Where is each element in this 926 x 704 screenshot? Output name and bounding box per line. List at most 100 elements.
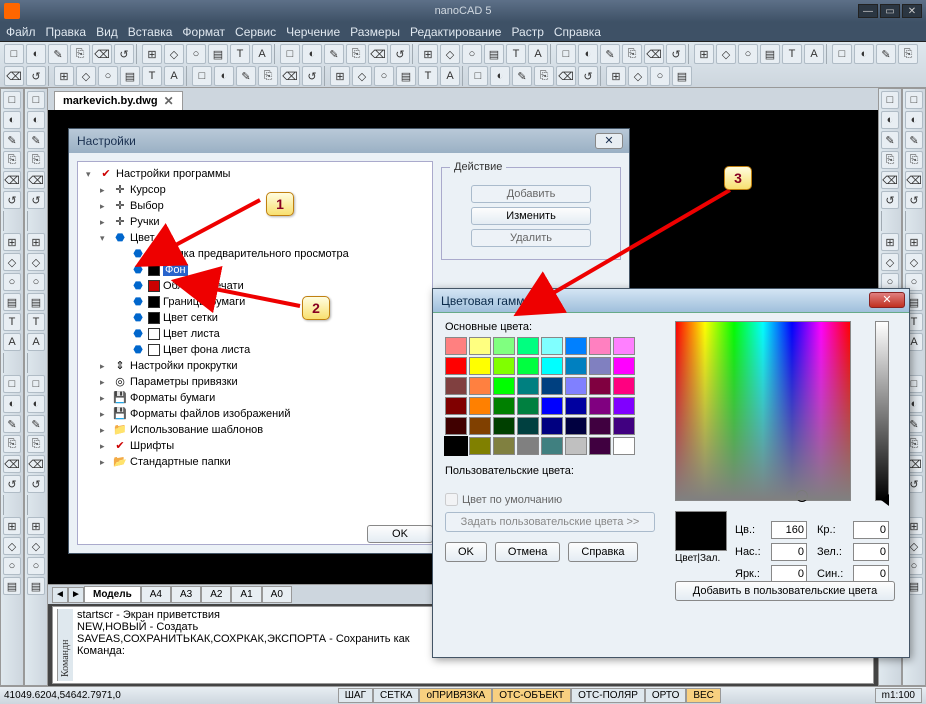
- toolbar-button[interactable]: ✎: [905, 131, 923, 149]
- basic-color-cell[interactable]: [589, 377, 611, 395]
- toolbar-button[interactable]: ⌫: [881, 171, 899, 189]
- toolbar-button[interactable]: ⌫: [3, 455, 21, 473]
- toolbar-button[interactable]: ◐: [578, 44, 598, 64]
- toolbar-button[interactable]: ⎘: [622, 44, 642, 64]
- basic-color-cell[interactable]: [493, 337, 515, 355]
- basic-color-cell[interactable]: [493, 377, 515, 395]
- toolbar-button[interactable]: ◇: [716, 44, 736, 64]
- layout-tab[interactable]: A4: [141, 586, 171, 603]
- basic-color-cell[interactable]: [565, 437, 587, 455]
- toolbar-button[interactable]: ⊞: [330, 66, 350, 86]
- basic-color-cell[interactable]: [565, 377, 587, 395]
- hue-input[interactable]: [771, 521, 807, 539]
- toolbar-button[interactable]: ○: [3, 557, 21, 575]
- toolbar-button[interactable]: ▤: [27, 577, 45, 595]
- toolbar-button[interactable]: ↺: [390, 44, 410, 64]
- basic-color-cell[interactable]: [541, 337, 563, 355]
- basic-color-cell[interactable]: [517, 357, 539, 375]
- toolbar-button[interactable]: ◇: [440, 44, 460, 64]
- toolbar-button[interactable]: ○: [186, 44, 206, 64]
- toolbar-button[interactable]: ⊞: [27, 233, 45, 251]
- tree-node[interactable]: ▸💾Форматы файлов изображений: [82, 406, 428, 422]
- toolbar-button[interactable]: ◇: [881, 253, 899, 271]
- basic-color-cell[interactable]: [565, 337, 587, 355]
- toolbar-button[interactable]: ⌫: [92, 44, 112, 64]
- toolbar-button[interactable]: ✎: [881, 131, 899, 149]
- toolbar-button[interactable]: ▤: [208, 44, 228, 64]
- basic-color-cell[interactable]: [517, 337, 539, 355]
- toolbar-button[interactable]: ↺: [3, 191, 21, 209]
- basic-color-cell[interactable]: [493, 437, 515, 455]
- toolbar-button[interactable]: ○: [27, 273, 45, 291]
- toolbar-button[interactable]: ✎: [3, 415, 21, 433]
- toolbar-button[interactable]: ⎘: [27, 151, 45, 169]
- toolbar-button[interactable]: T: [3, 313, 21, 331]
- toolbar-button[interactable]: ◇: [352, 66, 372, 86]
- tree-node[interactable]: ▾✔Настройки программы: [82, 166, 428, 182]
- tree-node[interactable]: ▸✛Выбор: [82, 198, 428, 214]
- toolbar-button[interactable]: ◐: [214, 66, 234, 86]
- toolbar-button[interactable]: ⎘: [258, 66, 278, 86]
- menu-Вставка[interactable]: Вставка: [128, 25, 173, 39]
- toolbar-button[interactable]: ⊞: [606, 66, 626, 86]
- basic-color-cell[interactable]: [589, 337, 611, 355]
- tree-node[interactable]: ⬣Фон: [82, 262, 428, 278]
- toolbar-button[interactable]: ⎘: [534, 66, 554, 86]
- toolbar-button[interactable]: ✎: [27, 415, 45, 433]
- toolbar-button[interactable]: ○: [738, 44, 758, 64]
- toolbar-button[interactable]: ◐: [490, 66, 510, 86]
- tree-node[interactable]: ⬣Границы бумаги: [82, 294, 428, 310]
- toolbar-button[interactable]: T: [230, 44, 250, 64]
- menu-Справка[interactable]: Справка: [554, 25, 601, 39]
- basic-color-cell[interactable]: [613, 377, 635, 395]
- basic-color-cell[interactable]: [493, 357, 515, 375]
- toolbar-button[interactable]: ◐: [27, 111, 45, 129]
- toolbar-button[interactable]: ⌫: [556, 66, 576, 86]
- toolbar-button[interactable]: ◐: [302, 44, 322, 64]
- basic-color-cell[interactable]: [613, 437, 635, 455]
- toolbar-button[interactable]: T: [27, 313, 45, 331]
- toolbar-button[interactable]: ↺: [666, 44, 686, 64]
- basic-color-cell[interactable]: [469, 437, 491, 455]
- status-toggle[interactable]: оПРИВЯЗКА: [419, 688, 492, 703]
- toolbar-button[interactable]: □: [881, 91, 899, 109]
- status-toggle[interactable]: ОТС-ОБЪЕКТ: [492, 688, 571, 703]
- toolbar-button[interactable]: ⊞: [142, 44, 162, 64]
- close-tab-icon[interactable]: ✕: [164, 94, 174, 108]
- tree-node[interactable]: ⬣Цвет сетки: [82, 310, 428, 326]
- document-tab[interactable]: markevich.by.dwg ✕: [54, 91, 183, 110]
- basic-color-cell[interactable]: [469, 357, 491, 375]
- basic-color-cell[interactable]: [469, 397, 491, 415]
- toolbar-button[interactable]: ○: [374, 66, 394, 86]
- basic-color-cell[interactable]: [469, 377, 491, 395]
- toolbar-button[interactable]: □: [27, 91, 45, 109]
- close-button[interactable]: ✕: [902, 4, 922, 18]
- toolbar-button[interactable]: A: [440, 66, 460, 86]
- basic-color-cell[interactable]: [541, 417, 563, 435]
- menu-Правка[interactable]: Правка: [46, 25, 87, 39]
- basic-color-cell[interactable]: [517, 377, 539, 395]
- color-title-bar[interactable]: Цветовая гамма ✕: [433, 289, 909, 313]
- basic-color-cell[interactable]: [517, 417, 539, 435]
- status-toggle[interactable]: ШАГ: [338, 688, 373, 703]
- toolbar-button[interactable]: ○: [27, 557, 45, 575]
- toolbar-button[interactable]: □: [3, 91, 21, 109]
- layout-tab[interactable]: A2: [201, 586, 231, 603]
- toolbar-button[interactable]: ◇: [164, 44, 184, 64]
- color-gradient[interactable]: [675, 321, 851, 501]
- settings-title-bar[interactable]: Настройки ✕: [69, 129, 629, 153]
- menu-Черчение[interactable]: Черчение: [286, 25, 340, 39]
- tree-node[interactable]: ▸📁Использование шаблонов: [82, 422, 428, 438]
- toolbar-button[interactable]: ↺: [27, 191, 45, 209]
- basic-color-cell[interactable]: [517, 397, 539, 415]
- toolbar-button[interactable]: ↺: [3, 475, 21, 493]
- color-close-button[interactable]: ✕: [869, 292, 905, 308]
- toolbar-button[interactable]: □: [3, 375, 21, 393]
- tree-node[interactable]: ▸📂Стандартные папки: [82, 454, 428, 470]
- color-ok-button[interactable]: OK: [445, 542, 487, 562]
- menu-Файл[interactable]: Файл: [6, 25, 36, 39]
- layout-tab[interactable]: A0: [262, 586, 292, 603]
- toolbar-button[interactable]: ◐: [3, 111, 21, 129]
- layout-tab[interactable]: Модель: [84, 586, 141, 603]
- toolbar-button[interactable]: ⎘: [898, 44, 918, 64]
